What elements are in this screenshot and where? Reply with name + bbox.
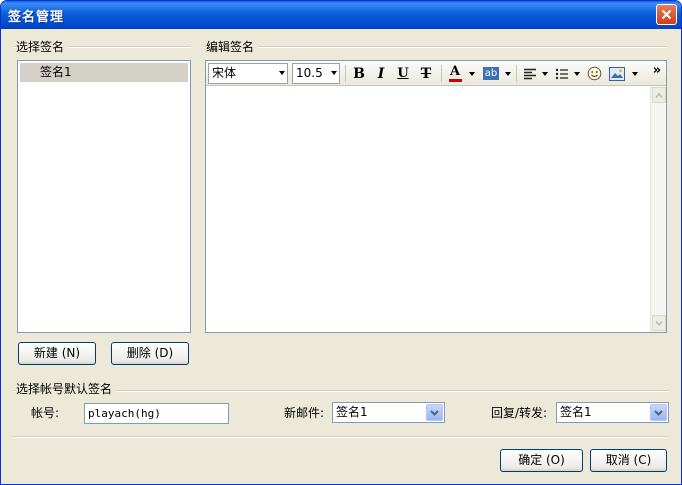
reply-signature-select[interactable]: 签名1	[556, 402, 669, 423]
italic-icon: I	[377, 65, 385, 82]
align-dropdown-icon[interactable]	[542, 72, 548, 76]
account-label: 帐号:	[31, 406, 60, 420]
reply-dropdown-button[interactable]	[650, 404, 667, 421]
chevron-down-icon	[655, 320, 663, 326]
align-button[interactable]	[522, 64, 538, 83]
signature-manager-dialog: 签名管理 选择签名 签名1 新建 (N) 删除 (D) 编辑签名 宋体 10.5	[0, 0, 682, 485]
reply-signature-value: 签名1	[560, 405, 592, 419]
font-size-value: 10.5	[296, 66, 323, 80]
list-dropdown-icon[interactable]	[574, 72, 580, 76]
italic-button[interactable]: I	[372, 64, 390, 83]
double-chevron-icon: »	[652, 63, 662, 78]
toolbar-separator	[516, 65, 517, 82]
highlight-icon: ab	[482, 67, 500, 80]
scroll-up-button[interactable]	[652, 87, 666, 103]
window-title: 签名管理	[8, 10, 65, 25]
emoji-button[interactable]	[585, 64, 603, 83]
image-dropdown-icon[interactable]	[632, 72, 638, 76]
font-name-select[interactable]: 宋体	[208, 63, 288, 84]
chevron-down-icon	[331, 71, 337, 75]
font-color-button[interactable]: A	[446, 64, 464, 83]
highlight-button[interactable]: ab	[482, 64, 500, 83]
editor-group-label: 编辑签名	[206, 38, 259, 55]
format-toolbar: 宋体 10.5 B I U T A ab »	[206, 61, 666, 86]
toolbar-separator	[345, 65, 346, 82]
underline-icon: U	[397, 66, 409, 81]
list-button[interactable]	[554, 64, 570, 83]
font-size-select[interactable]: 10.5	[292, 63, 340, 84]
title-bar[interactable]: 签名管理	[1, 1, 681, 29]
scroll-down-button[interactable]	[652, 315, 666, 331]
font-name-value: 宋体	[212, 66, 237, 80]
new-mail-dropdown-button[interactable]	[426, 404, 443, 421]
new-mail-label: 新邮件:	[284, 406, 325, 420]
defaults-group-label: 选择帐号默认签名	[16, 380, 117, 397]
insert-image-button[interactable]	[608, 64, 626, 83]
toolbar-separator	[441, 65, 442, 82]
left-group-label: 选择签名	[16, 38, 69, 55]
footer-divider	[11, 436, 669, 438]
editor-group-divider	[203, 46, 667, 48]
bullet-list-icon	[555, 68, 568, 79]
editor-scrollbar[interactable]	[650, 86, 666, 332]
close-icon	[661, 9, 672, 20]
chevron-down-icon	[430, 409, 439, 416]
highlight-dropdown-icon[interactable]	[505, 72, 511, 76]
bold-button[interactable]: B	[350, 64, 368, 83]
reply-forward-label: 回复/转发:	[491, 406, 548, 420]
ok-button[interactable]: 确定 (O)	[500, 449, 583, 472]
close-button[interactable]	[656, 4, 677, 25]
signature-editor[interactable]: 宋体 10.5 B I U T A ab »	[205, 60, 667, 333]
more-tools-button[interactable]: »	[650, 61, 664, 80]
delete-signature-button[interactable]: 删除 (D)	[111, 342, 189, 365]
new-signature-button[interactable]: 新建 (N)	[18, 342, 96, 365]
font-color-bar	[448, 79, 462, 82]
strikethrough-icon: T	[420, 65, 432, 82]
new-mail-signature-select[interactable]: 签名1	[332, 402, 445, 423]
account-field[interactable]: playach(hg)	[84, 403, 229, 424]
underline-button[interactable]: U	[394, 64, 412, 83]
image-icon	[609, 66, 625, 81]
smiley-icon	[587, 66, 601, 81]
signature-list[interactable]: 签名1	[17, 60, 191, 333]
chevron-up-icon	[655, 92, 663, 98]
strikethrough-button[interactable]: T	[417, 64, 435, 83]
chevron-down-icon	[654, 409, 663, 416]
list-item[interactable]: 签名1	[20, 63, 188, 82]
new-mail-signature-value: 签名1	[336, 405, 368, 419]
font-color-icon: A	[449, 64, 461, 79]
align-left-icon	[524, 68, 536, 79]
font-color-dropdown-icon[interactable]	[469, 72, 475, 76]
chevron-down-icon	[279, 71, 285, 75]
cancel-button[interactable]: 取消 (C)	[590, 449, 667, 472]
bold-icon: B	[353, 65, 365, 82]
